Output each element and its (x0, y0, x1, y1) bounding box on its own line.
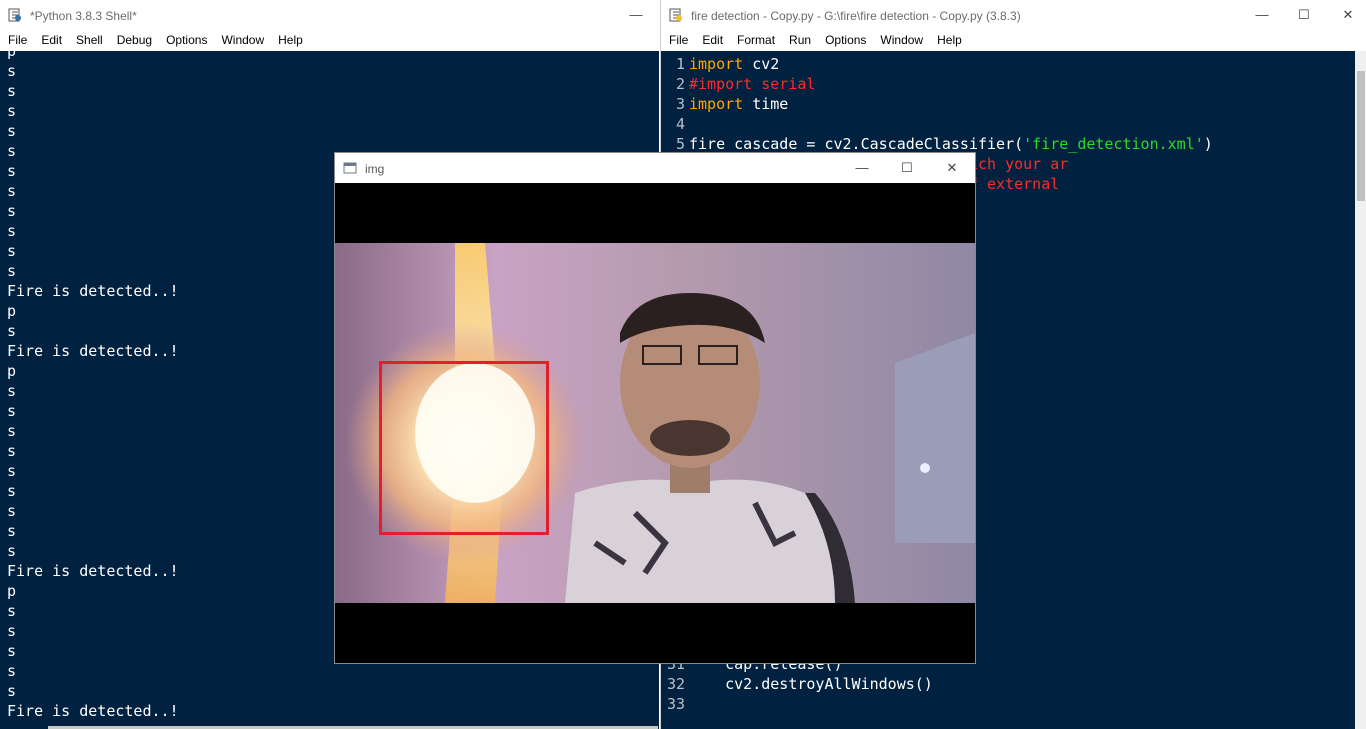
window-icon (343, 162, 357, 174)
code-token: fire_cascade = cv2.CascadeClassifier( (689, 135, 1024, 153)
editor-titlebar[interactable]: fire detection - Copy.py - G:\fire\fire … (661, 0, 1366, 30)
close-icon[interactable]: ✕ (941, 158, 963, 178)
shell-line: Fire is detected..! (7, 342, 179, 360)
camera-view (335, 183, 975, 663)
code-token: time (743, 95, 789, 113)
shell-line: p (7, 362, 17, 380)
code-token: ) (1203, 135, 1213, 153)
shell-line: s (7, 222, 17, 240)
shell-line: s (7, 202, 17, 220)
shell-line: p (7, 302, 17, 320)
code-token: import (689, 95, 744, 113)
minimize-icon[interactable]: — (1251, 5, 1273, 25)
shell-lines: p s s s s s s s s s s s Fire is detected..! p s Fire is… (7, 41, 179, 721)
fire-detection-box (379, 361, 549, 535)
shell-line: s (7, 102, 17, 120)
shell-line: s (7, 482, 17, 500)
shell-title: *Python 3.8.3 Shell* (30, 9, 137, 23)
line-number: 32 (666, 675, 685, 693)
camera-frame (335, 243, 975, 603)
shell-line: s (7, 322, 17, 340)
menu-format[interactable]: Format (730, 30, 782, 51)
code-token: import (689, 55, 744, 73)
shell-line: s (7, 442, 17, 460)
shell-line: Fire is detected..! (7, 562, 179, 580)
shell-line: s (7, 662, 17, 680)
editor-vertical-scrollbar[interactable] (1355, 51, 1366, 729)
code-token: cv2.destroyAllWindows() (689, 675, 933, 693)
minimize-icon[interactable]: — (851, 158, 873, 178)
shell-line: s (7, 602, 17, 620)
code-line: fire_cascade = cv2.CascadeClassifier('fi… (689, 134, 1213, 154)
shell-line: s (7, 622, 17, 640)
menu-file[interactable]: File (661, 30, 695, 51)
code-line: #import serial (689, 74, 1213, 94)
shell-line: s (7, 402, 17, 420)
shell-line: Fire is detected..! (7, 702, 179, 720)
minimize-icon[interactable]: — (625, 5, 647, 25)
code-token: 'fire_detection.xml' (1023, 135, 1204, 153)
shell-line: s (7, 242, 17, 260)
line-number: 3 (675, 95, 685, 113)
img-title: img (365, 162, 385, 176)
code-line: import time (689, 94, 1213, 114)
code-line: cv2.destroyAllWindows() (689, 674, 1213, 694)
line-number: 2 (675, 75, 685, 93)
img-window: img — ☐ ✕ (334, 152, 976, 664)
code-token: cv2 (743, 55, 780, 73)
menu-options[interactable]: Options (818, 30, 873, 51)
line-number: 33 (666, 695, 685, 713)
shell-line: s (7, 82, 17, 100)
shell-line: s (7, 682, 17, 700)
menu-window[interactable]: Window (873, 30, 930, 51)
shell-line: s (7, 262, 17, 280)
editor-menubar: File Edit Format Run Options Window Help (661, 30, 1366, 52)
line-number: 4 (675, 115, 685, 133)
menu-run[interactable]: Run (782, 30, 818, 51)
menu-edit[interactable]: Edit (695, 30, 730, 51)
menu-help[interactable]: Help (271, 30, 310, 51)
shell-line: s (7, 502, 17, 520)
scrollbar-thumb[interactable] (1357, 71, 1365, 201)
shell-line: Fire is detected..! (7, 282, 179, 300)
shell-line: s (7, 142, 17, 160)
shell-line: s (7, 182, 17, 200)
shell-line: p (7, 42, 17, 60)
code-line: import cv2 (689, 54, 1213, 74)
shell-line: p (7, 582, 17, 600)
shell-line: s (7, 542, 17, 560)
line-number: 5 (675, 135, 685, 153)
shell-line: s (7, 642, 17, 660)
maximize-icon[interactable]: ☐ (1293, 5, 1315, 25)
shell-titlebar[interactable]: *Python 3.8.3 Shell* — (0, 0, 659, 30)
code-token: #import serial (689, 75, 816, 93)
editor-title: fire detection - Copy.py - G:\fire\fire … (691, 9, 1021, 23)
shell-line: s (7, 422, 17, 440)
shell-line: s (7, 462, 17, 480)
maximize-icon[interactable]: ☐ (896, 158, 918, 178)
line-number: 1 (675, 55, 685, 73)
menu-window[interactable]: Window (214, 30, 271, 51)
shell-line: s (7, 522, 17, 540)
shell-line: s (7, 62, 17, 80)
shell-line: s (7, 122, 17, 140)
python-file-icon (669, 8, 682, 22)
python-idle-icon (8, 8, 21, 22)
shell-line: s (7, 162, 17, 180)
shell-line: s (7, 382, 17, 400)
menu-help[interactable]: Help (930, 30, 969, 51)
close-icon[interactable]: ✕ (1337, 5, 1359, 25)
img-titlebar[interactable]: img — ☐ ✕ (335, 153, 975, 183)
